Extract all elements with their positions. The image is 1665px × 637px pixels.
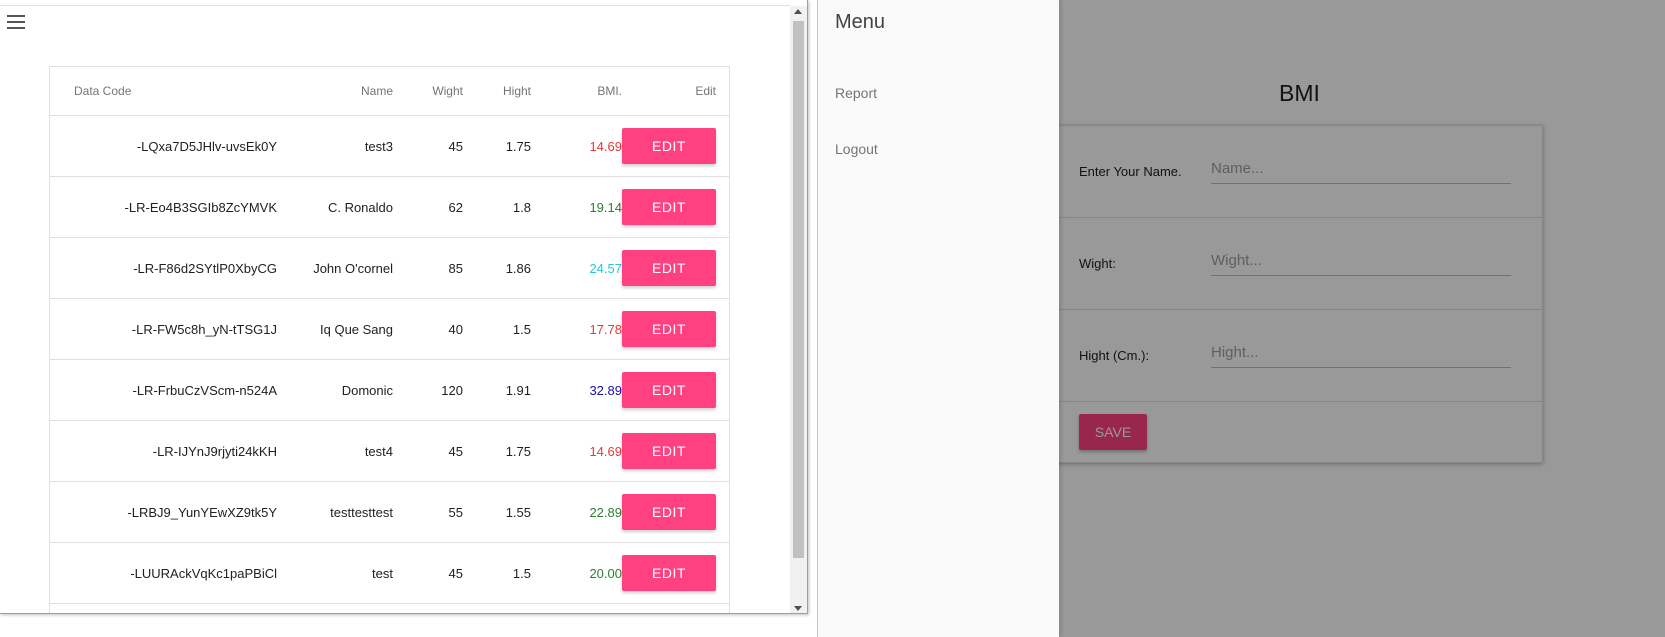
- cell-bmi: 22.89: [589, 504, 622, 520]
- cell-weight: 45: [448, 443, 463, 459]
- edit-button[interactable]: EDIT: [622, 555, 716, 591]
- cell-edit: EDIT: [622, 238, 716, 298]
- cell-data-code: -LQxa7D5JHlv-uvsEk0Y: [136, 138, 277, 154]
- toolbar-divider: [0, 5, 790, 6]
- menu-item-logout[interactable]: Logout: [835, 141, 878, 157]
- table-row: -LR-FrbuCzVScm-n524A Domonic 120 1.91 32.89 E…: [50, 360, 729, 421]
- cell-edit: EDIT: [622, 177, 716, 237]
- cell-bmi: 14.69: [589, 443, 622, 459]
- cell-edit: EDIT: [622, 421, 716, 481]
- cell-edit: EDIT: [622, 360, 716, 420]
- bmi-data-table: Data Code Name Wight Hight BMI. Edit -LQ…: [49, 66, 730, 613]
- cell-weight: 45: [448, 565, 463, 581]
- menu-item-report[interactable]: Report: [835, 85, 877, 101]
- header-data-code[interactable]: Data Code: [74, 67, 277, 115]
- cell-height: 1.55: [505, 504, 531, 520]
- header-weight[interactable]: Wight: [393, 67, 463, 115]
- edit-button[interactable]: EDIT: [622, 189, 716, 225]
- table-row: -LUURAckVqKc1paPBiCl test 45 1.5 20.00 EDIT: [50, 543, 729, 604]
- cell-name: John O'cornel: [313, 260, 393, 276]
- table-row: -LR-FW5c8h_yN-tTSG1J Iq Que Sang 40 1.5 17.7…: [50, 299, 729, 360]
- cell-name: Domonic: [341, 382, 393, 398]
- cell-height: 1.8: [512, 199, 531, 215]
- cell-data-code: -LR-FrbuCzVScm-n524A: [132, 382, 278, 398]
- cell-bmi: 20.00: [589, 565, 622, 581]
- cell-height: 1.86: [505, 260, 531, 276]
- scroll-up-arrow-icon[interactable]: [794, 9, 802, 14]
- drawer-title: Menu: [835, 11, 886, 33]
- edit-button[interactable]: EDIT: [622, 250, 716, 286]
- cell-height: 1.5: [512, 321, 531, 337]
- vertical-scrollbar[interactable]: [790, 6, 807, 613]
- cell-data-code: -LR-IJYnJ9rjyti24kKH: [152, 443, 277, 459]
- cell-name: C. Ronaldo: [327, 199, 393, 215]
- scrollbar-thumb[interactable]: [793, 21, 804, 558]
- bmi-form-page: BMI Enter Your Name. Wight: Hight (Cm.):…: [1047, 0, 1665, 637]
- edit-button[interactable]: EDIT: [622, 494, 716, 530]
- cell-height: 1.91: [505, 382, 531, 398]
- cell-edit: EDIT: [622, 482, 716, 542]
- cell-weight: 40: [448, 321, 463, 337]
- cell-weight: 85: [448, 260, 463, 276]
- cell-name: test4: [364, 443, 393, 459]
- edit-button[interactable]: EDIT: [622, 311, 716, 347]
- edit-button[interactable]: EDIT: [622, 433, 716, 469]
- cell-bmi: 24.57: [589, 260, 622, 276]
- hamburger-menu-icon[interactable]: [7, 15, 25, 29]
- header-name[interactable]: Name: [277, 67, 393, 115]
- cell-name: test: [372, 565, 393, 581]
- cell-height: 1.5: [512, 565, 531, 581]
- cell-bmi: 14.69: [589, 138, 622, 154]
- edit-button[interactable]: EDIT: [622, 128, 716, 164]
- cell-name: testtesttest: [330, 504, 393, 520]
- table-row: -LQxa7D5JHlv-uvsEk0Y test3 45 1.75 14.69 EDIT: [50, 116, 729, 177]
- cell-weight: 120: [441, 382, 463, 398]
- cell-weight: 62: [448, 199, 463, 215]
- cell-edit: EDIT: [622, 299, 716, 359]
- cell-name: test3: [364, 138, 393, 154]
- table-row: -LR-Eo4B3SGIb8ZcYMVK C. Ronaldo 62 1.8 19.14…: [50, 177, 729, 238]
- table-row: -LR-F86d2SYtlP0XbyCG John O'cornel 85 1.86 2…: [50, 238, 729, 299]
- cell-weight: 55: [448, 504, 463, 520]
- drawer-backdrop-overlay[interactable]: [1059, 0, 1665, 637]
- cell-data-code: -LR-Eo4B3SGIb8ZcYMVK: [124, 199, 277, 215]
- cell-data-code: -LR-FW5c8h_yN-tTSG1J: [131, 321, 277, 337]
- report-window: Data Code Name Wight Hight BMI. Edit -LQ…: [0, 0, 808, 614]
- cell-height: 1.75: [505, 443, 531, 459]
- scroll-down-arrow-icon[interactable]: [794, 606, 802, 611]
- cell-data-code: -LRBJ9_YunYEwXZ9tk5Y: [127, 504, 277, 520]
- cell-edit: EDIT: [622, 543, 716, 603]
- cell-bmi: 17.78: [589, 321, 622, 337]
- cell-data-code: -LUURAckVqKc1paPBiCl: [130, 565, 277, 581]
- cell-bmi: 32.89: [589, 382, 622, 398]
- nav-drawer: Menu Report Logout: [818, 0, 1059, 637]
- cell-bmi: 19.14: [589, 199, 622, 215]
- cell-data-code: -LR-F86d2SYtlP0XbyCG: [133, 260, 277, 276]
- header-edit: Edit: [695, 84, 716, 98]
- table-row: -LRBJ9_YunYEwXZ9tk5Y testtesttest 55 1.55 22…: [50, 482, 729, 543]
- edit-button[interactable]: EDIT: [622, 372, 716, 408]
- cell-edit: EDIT: [622, 116, 716, 176]
- header-height[interactable]: Hight: [463, 67, 531, 115]
- table-row: -LR-IJYnJ9rjyti24kKH test4 45 1.75 14.69 EDIT: [50, 421, 729, 482]
- cell-weight: 45: [448, 138, 463, 154]
- cell-height: 1.75: [505, 138, 531, 154]
- header-bmi[interactable]: BMI.: [531, 67, 622, 115]
- table-header-row: Data Code Name Wight Hight BMI. Edit: [50, 67, 729, 116]
- cell-name: Iq Que Sang: [320, 321, 393, 337]
